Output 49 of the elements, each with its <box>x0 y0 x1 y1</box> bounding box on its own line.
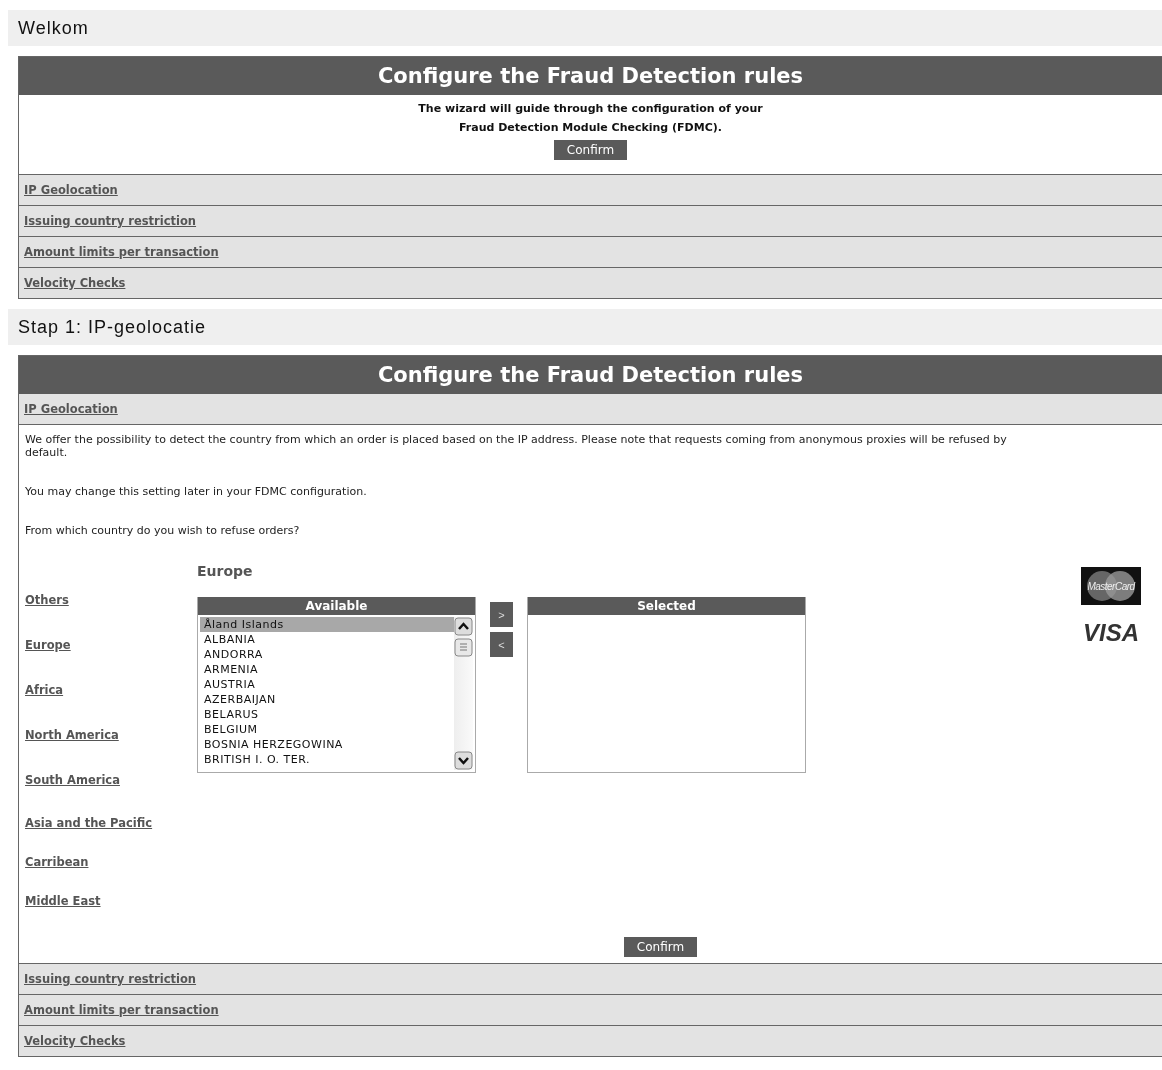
step-link[interactable]: Velocity Checks <box>24 1034 126 1048</box>
card-logo: MasterCard <box>1081 567 1141 605</box>
section-heading: Stap 1: IP-geolocatie <box>18 316 207 338</box>
scroll-thumb[interactable] <box>454 638 473 657</box>
step-link[interactable]: Issuing country restriction <box>24 214 197 228</box>
region-link[interactable]: Asia and the Pacific <box>25 816 153 830</box>
paragraph: From which country do you wish to refuse orders? <box>25 524 301 537</box>
confirm-button[interactable]: Confirm <box>553 140 628 160</box>
selected-list[interactable]: Selected <box>527 597 806 773</box>
list-option[interactable]: AZERBAIJAN <box>200 692 454 707</box>
region-link[interactable]: Carribean <box>25 855 89 869</box>
panel-title: Configure the Fraud Detection rules <box>19 57 1162 95</box>
region-link[interactable]: Africa <box>25 683 64 697</box>
move-button[interactable]: < <box>490 632 513 657</box>
list-option[interactable]: Åland Islands <box>200 617 454 632</box>
list-option[interactable]: BELARUS <box>200 707 454 722</box>
step-link[interactable]: Amount limits per transaction <box>24 245 219 259</box>
available-list[interactable]: Available Åland Islands ALBANIA ANDORRA ARMENIA AUSTRIA AZERBAIJAN BELARUS BELGIUM BOSNIA HERZEGOWINA BRITISH I. O. TER. <box>197 597 476 773</box>
list-option[interactable]: BOSNIA HERZEGOWINA <box>200 737 454 752</box>
confirm-button[interactable]: Confirm <box>623 937 698 957</box>
step-link[interactable]: IP Geolocation <box>24 183 118 197</box>
region-link[interactable]: North America <box>25 728 119 742</box>
list-option[interactable]: ARMENIA <box>200 662 454 677</box>
region-link[interactable]: Others <box>25 593 69 607</box>
list-option[interactable]: ALBANIA <box>200 632 454 647</box>
section-heading: Welkom <box>18 17 89 39</box>
scroll-up-icon[interactable] <box>454 617 473 636</box>
region-heading: Europe <box>197 563 253 579</box>
list-option[interactable]: BRITISH I. O. TER. <box>200 752 454 767</box>
intro-text: Fraud Detection Module Checking (FDMC). <box>459 121 722 134</box>
scroll-down-icon[interactable] <box>454 751 473 770</box>
intro-text: The wizard will guide through the configuration of your <box>418 102 763 115</box>
step-link[interactable]: Issuing country restriction <box>24 972 197 986</box>
region-link[interactable]: Europe <box>25 638 71 652</box>
list-header: Available <box>198 597 475 615</box>
step-link[interactable]: Velocity Checks <box>24 276 126 290</box>
list-option[interactable]: BELGIUM <box>200 722 454 737</box>
move-button[interactable]: > <box>490 602 513 627</box>
list-header: Selected <box>528 597 805 615</box>
panel-title: Configure the Fraud Detection rules <box>19 356 1162 394</box>
step-link[interactable]: Amount limits per transaction <box>24 1003 219 1017</box>
step-link[interactable]: IP Geolocation <box>24 402 118 416</box>
list-option[interactable]: ANDORRA <box>200 647 454 662</box>
list-option[interactable]: AUSTRIA <box>200 677 454 692</box>
paragraph: You may change this setting later in your FDMC configuration. <box>25 485 368 498</box>
region-link[interactable]: South America <box>25 773 120 787</box>
card-logo: VISA <box>1083 619 1139 647</box>
region-link[interactable]: Middle East <box>25 894 101 908</box>
paragraph: We offer the possibility to detect the country from which an order is placed based on the IP address. Please note that requests coming from anonymous proxies will be refused by default. <box>25 433 1008 459</box>
